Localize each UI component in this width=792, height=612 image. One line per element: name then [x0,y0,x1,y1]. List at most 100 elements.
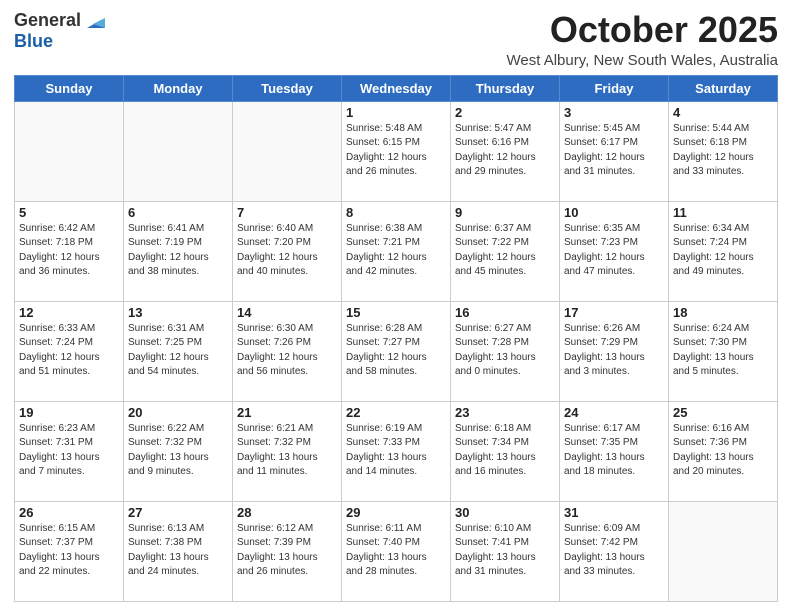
calendar-cell: 6 Sunrise: 6:41 AM Sunset: 7:19 PM Daylig… [124,201,233,301]
logo: General Blue [14,10,105,52]
calendar-cell: 1 Sunrise: 5:48 AM Sunset: 6:15 PM Daylig… [342,101,451,201]
logo-general-text: General [14,11,81,31]
day-info: Sunrise: 6:35 AM Sunset: 7:23 PM Dayligh… [564,222,664,280]
calendar-cell: 12 Sunrise: 6:33 AM Sunset: 7:24 PM Dayli… [15,301,124,401]
calendar-cell [124,101,233,201]
day-number: 4 [673,105,773,120]
day-info: Sunrise: 6:30 AM Sunset: 7:26 PM Dayligh… [237,322,337,380]
day-number: 18 [673,305,773,320]
calendar-cell: 4Sunrise: 5:44 AM Sunset: 6:18 PM Daylig… [669,101,778,201]
calendar-header-monday: Monday [124,75,233,101]
day-info: Sunrise: 6:40 AM Sunset: 7:20 PM Dayligh… [237,222,337,280]
calendar-week-1: 1 Sunrise: 5:48 AM Sunset: 6:15 PM Daylig… [15,101,778,201]
day-info: Sunrise: 6:42 AM Sunset: 7:18 PM Dayligh… [19,222,119,280]
day-number: 23 [455,405,555,420]
day-info: Sunrise: 6:33 AM Sunset: 7:24 PM Dayligh… [19,322,119,380]
calendar-week-4: 19Sunrise: 6:23 AM Sunset: 7:31 PM Dayli… [15,401,778,501]
day-number: 10 [564,205,664,220]
calendar-cell: 22 Sunrise: 6:19 AM Sunset: 7:33 PM Dayli… [342,401,451,501]
day-number: 24 [564,405,664,420]
calendar-cell: 25 Sunrise: 6:16 AM Sunset: 7:36 PM Dayli… [669,401,778,501]
day-number: 31 [564,505,664,520]
day-number: 16 [455,305,555,320]
day-number: 28 [237,505,337,520]
calendar-cell: 5 Sunrise: 6:42 AM Sunset: 7:18 PM Daylig… [15,201,124,301]
calendar-cell: 14Sunrise: 6:30 AM Sunset: 7:26 PM Dayli… [233,301,342,401]
day-info: Sunrise: 6:19 AM Sunset: 7:33 PM Dayligh… [346,422,446,480]
day-number: 25 [673,405,773,420]
day-number: 5 [19,205,119,220]
calendar-header-sunday: Sunday [15,75,124,101]
calendar-cell: 23 Sunrise: 6:18 AM Sunset: 7:34 PM Dayli… [451,401,560,501]
calendar-cell: 13 Sunrise: 6:31 AM Sunset: 7:25 PM Dayli… [124,301,233,401]
day-info: Sunrise: 6:22 AM Sunset: 7:32 PM Dayligh… [128,422,228,480]
day-info: Sunrise: 5:45 AM Sunset: 6:17 PM Dayligh… [564,122,664,180]
day-number: 8 [346,205,446,220]
calendar-cell [233,101,342,201]
day-info: Sunrise: 5:48 AM Sunset: 6:15 PM Dayligh… [346,122,446,180]
day-number: 1 [346,105,446,120]
day-number: 6 [128,205,228,220]
logo-blue-text: Blue [14,32,105,52]
calendar-week-2: 5 Sunrise: 6:42 AM Sunset: 7:18 PM Daylig… [15,201,778,301]
calendar-header-friday: Friday [560,75,669,101]
day-info: Sunrise: 5:47 AM Sunset: 6:16 PM Dayligh… [455,122,555,180]
calendar-cell: 8Sunrise: 6:38 AM Sunset: 7:21 PM Daylig… [342,201,451,301]
location-text: West Albury, New South Wales, Australia [506,52,778,69]
day-number: 3 [564,105,664,120]
day-info: Sunrise: 6:21 AM Sunset: 7:32 PM Dayligh… [237,422,337,480]
day-number: 17 [564,305,664,320]
day-number: 12 [19,305,119,320]
calendar-cell: 3 Sunrise: 5:45 AM Sunset: 6:17 PM Daylig… [560,101,669,201]
day-number: 22 [346,405,446,420]
calendar-cell: 24 Sunrise: 6:17 AM Sunset: 7:35 PM Dayli… [560,401,669,501]
calendar-table: SundayMondayTuesdayWednesdayThursdayFrid… [14,75,778,602]
calendar-header-thursday: Thursday [451,75,560,101]
calendar-cell [669,501,778,601]
day-number: 2 [455,105,555,120]
calendar-cell: 31Sunrise: 6:09 AM Sunset: 7:42 PM Dayli… [560,501,669,601]
calendar-cell: 19Sunrise: 6:23 AM Sunset: 7:31 PM Dayli… [15,401,124,501]
day-info: Sunrise: 6:27 AM Sunset: 7:28 PM Dayligh… [455,322,555,380]
day-number: 13 [128,305,228,320]
page-container: General Blue October 2025 West Albury, N… [0,0,792,612]
day-number: 20 [128,405,228,420]
calendar-cell: 16 Sunrise: 6:27 AM Sunset: 7:28 PM Dayli… [451,301,560,401]
day-info: Sunrise: 6:17 AM Sunset: 7:35 PM Dayligh… [564,422,664,480]
calendar-cell: 20 Sunrise: 6:22 AM Sunset: 7:32 PM Dayli… [124,401,233,501]
calendar-header-saturday: Saturday [669,75,778,101]
calendar-cell: 30Sunrise: 6:10 AM Sunset: 7:41 PM Dayli… [451,501,560,601]
calendar-header-tuesday: Tuesday [233,75,342,101]
calendar-cell: 7 Sunrise: 6:40 AM Sunset: 7:20 PM Daylig… [233,201,342,301]
calendar-week-5: 26Sunrise: 6:15 AM Sunset: 7:37 PM Dayli… [15,501,778,601]
day-info: Sunrise: 6:10 AM Sunset: 7:41 PM Dayligh… [455,522,555,580]
calendar-cell: 11Sunrise: 6:34 AM Sunset: 7:24 PM Dayli… [669,201,778,301]
logo-icon [83,10,105,32]
calendar-header-row: SundayMondayTuesdayWednesdayThursdayFrid… [15,75,778,101]
calendar-cell: 21Sunrise: 6:21 AM Sunset: 7:32 PM Dayli… [233,401,342,501]
day-info: Sunrise: 6:18 AM Sunset: 7:34 PM Dayligh… [455,422,555,480]
calendar-cell: 9Sunrise: 6:37 AM Sunset: 7:22 PM Daylig… [451,201,560,301]
calendar-cell [15,101,124,201]
day-number: 7 [237,205,337,220]
day-info: Sunrise: 6:37 AM Sunset: 7:22 PM Dayligh… [455,222,555,280]
day-info: Sunrise: 6:41 AM Sunset: 7:19 PM Dayligh… [128,222,228,280]
calendar-cell: 27 Sunrise: 6:13 AM Sunset: 7:38 PM Dayli… [124,501,233,601]
calendar-week-3: 12 Sunrise: 6:33 AM Sunset: 7:24 PM Dayli… [15,301,778,401]
calendar-cell: 29Sunrise: 6:11 AM Sunset: 7:40 PM Dayli… [342,501,451,601]
day-info: Sunrise: 6:23 AM Sunset: 7:31 PM Dayligh… [19,422,119,480]
calendar-header-wednesday: Wednesday [342,75,451,101]
day-info: Sunrise: 6:12 AM Sunset: 7:39 PM Dayligh… [237,522,337,580]
header: General Blue October 2025 West Albury, N… [14,10,778,69]
day-number: 27 [128,505,228,520]
day-info: Sunrise: 6:28 AM Sunset: 7:27 PM Dayligh… [346,322,446,380]
calendar-cell: 26Sunrise: 6:15 AM Sunset: 7:37 PM Dayli… [15,501,124,601]
day-info: Sunrise: 6:13 AM Sunset: 7:38 PM Dayligh… [128,522,228,580]
day-info: Sunrise: 6:31 AM Sunset: 7:25 PM Dayligh… [128,322,228,380]
day-info: Sunrise: 6:24 AM Sunset: 7:30 PM Dayligh… [673,322,773,380]
calendar-cell: 15Sunrise: 6:28 AM Sunset: 7:27 PM Dayli… [342,301,451,401]
month-title: October 2025 [506,10,778,50]
calendar-cell: 18 Sunrise: 6:24 AM Sunset: 7:30 PM Dayli… [669,301,778,401]
day-number: 29 [346,505,446,520]
day-info: Sunrise: 6:16 AM Sunset: 7:36 PM Dayligh… [673,422,773,480]
